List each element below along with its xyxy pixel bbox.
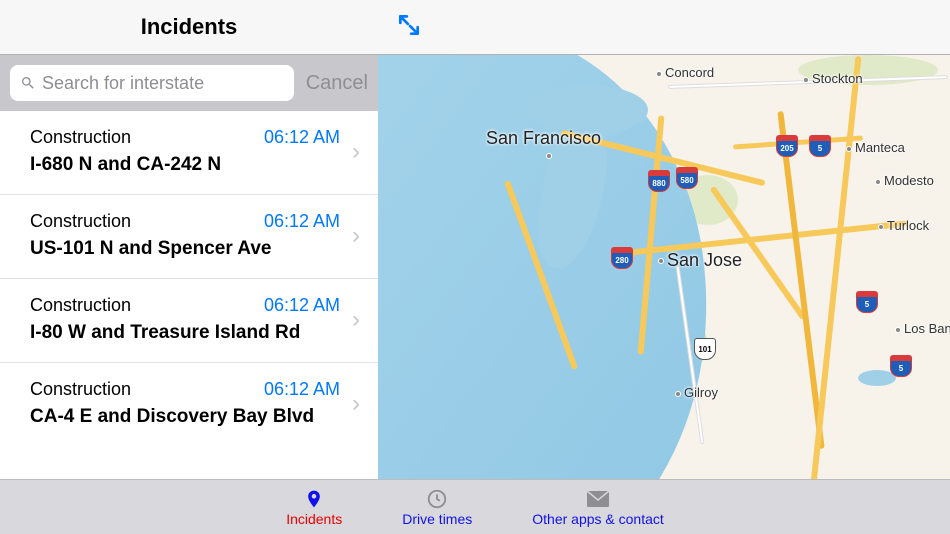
tab-label: Other apps & contact [532,511,664,527]
city-label: Concord [656,65,714,80]
shield-i880: 880 [648,170,670,192]
list-item[interactable]: Construction 06:12 AM US-101 N and Spenc… [0,195,378,279]
chevron-right-icon: › [352,222,360,250]
page-title-text: Incidents [141,14,238,40]
city-label: Gilroy [675,385,718,400]
mail-icon [586,487,610,511]
search-bar: Search for interstate Cancel [0,55,378,111]
list-item-body: Construction 06:12 AM CA-4 E and Discove… [30,379,340,428]
incident-title: US-101 N and Spencer Ave [30,238,340,260]
expand-icon[interactable] [396,12,422,43]
map-pane: 880 580 280 205 5 5 5 101 San Francisco … [378,0,950,479]
page-title: Incidents [0,0,378,55]
sidebar: Incidents Search for interstate Cancel C… [0,0,378,479]
tab-label: Drive times [402,511,472,527]
chevron-right-icon: › [352,390,360,418]
incident-time: 06:12 AM [264,127,340,148]
tab-other-apps[interactable]: Other apps & contact [532,487,664,527]
incident-type: Construction [30,379,131,400]
incident-type: Construction [30,127,131,148]
shield-i5: 5 [809,135,831,157]
list-item[interactable]: Construction 06:12 AM CA-4 E and Discove… [0,363,378,446]
list-item-body: Construction 06:12 AM I-80 W and Treasur… [30,295,340,344]
city-label: San Jose [658,250,742,271]
list-item[interactable]: Construction 06:12 AM I-80 W and Treasur… [0,279,378,363]
incident-time: 06:12 AM [264,211,340,232]
cancel-button[interactable]: Cancel [306,72,368,95]
shield-us101: 101 [694,338,716,360]
content-area: Incidents Search for interstate Cancel C… [0,0,950,479]
search-placeholder: Search for interstate [42,73,204,94]
chevron-right-icon: › [352,306,360,334]
incident-title: I-680 N and CA-242 N [30,154,340,176]
shield-i580: 580 [676,167,698,189]
search-input[interactable]: Search for interstate [10,65,294,101]
shield-i205: 205 [776,135,798,157]
incident-type: Construction [30,211,131,232]
list-item-body: Construction 06:12 AM I-680 N and CA-242… [30,127,340,176]
city-label: Modesto [875,173,934,188]
city-label: Los Banos [895,321,950,336]
incident-type: Construction [30,295,131,316]
incident-title: I-80 W and Treasure Island Rd [30,322,340,344]
map-header [378,0,950,55]
tab-label: Incidents [286,511,342,527]
map-canvas[interactable]: 880 580 280 205 5 5 5 101 San Francisco … [378,55,950,479]
chevron-right-icon: › [352,138,360,166]
city-label: Stockton [803,71,863,86]
shield-i5: 5 [890,355,912,377]
clock-icon [426,487,448,511]
city-label: San Francisco [486,128,601,149]
shield-i280: 280 [611,247,633,269]
pin-icon [304,487,324,511]
incident-time: 06:12 AM [264,295,340,316]
incident-time: 06:12 AM [264,379,340,400]
shield-i5: 5 [856,291,878,313]
incident-title: CA-4 E and Discovery Bay Blvd [30,406,340,428]
tab-incidents[interactable]: Incidents [286,487,342,527]
tab-bar: Incidents Drive times Other apps & conta… [0,479,950,534]
search-icon [20,75,36,91]
incident-list[interactable]: Construction 06:12 AM I-680 N and CA-242… [0,111,378,479]
city-label: Manteca [846,140,905,155]
list-item[interactable]: Construction 06:12 AM I-680 N and CA-242… [0,111,378,195]
list-item-body: Construction 06:12 AM US-101 N and Spenc… [30,211,340,260]
app-root: Incidents Search for interstate Cancel C… [0,0,950,534]
tab-drive-times[interactable]: Drive times [402,487,472,527]
city-dot [546,147,555,162]
city-label: Turlock [878,218,929,233]
